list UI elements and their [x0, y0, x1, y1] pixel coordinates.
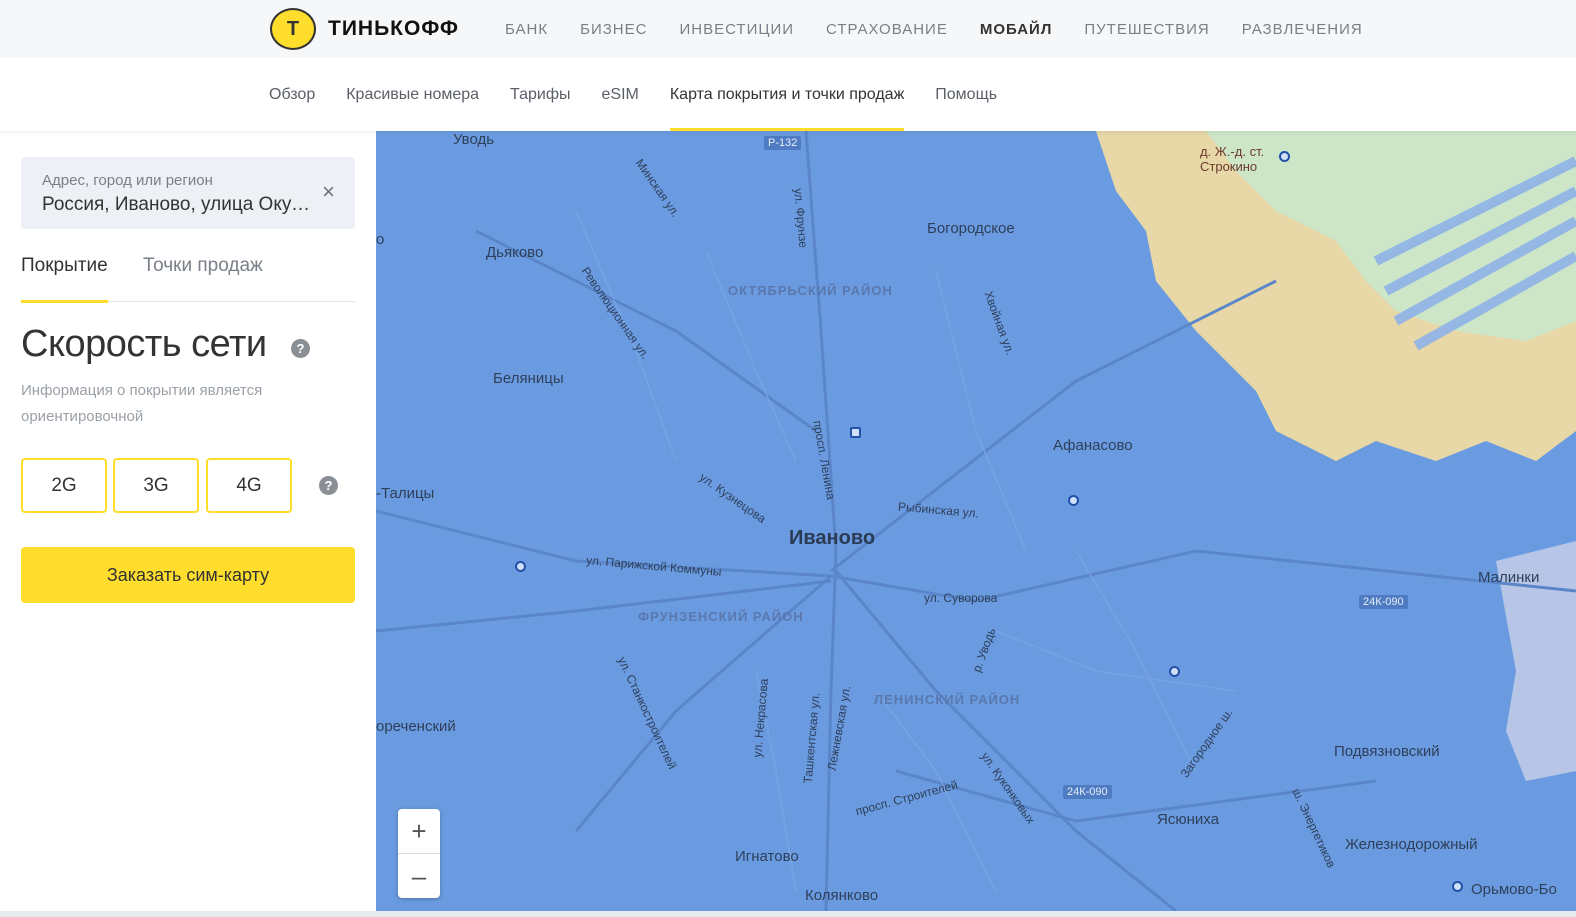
map-canvas: [376, 131, 1576, 911]
logo-text: ТИНЬКОФФ: [328, 17, 459, 40]
map-place-ignatovo: Игнатово: [735, 848, 799, 865]
zoom-in-button[interactable]: +: [398, 809, 440, 853]
top-menu-item-mobile[interactable]: МОБАЙЛ: [980, 21, 1053, 38]
map-marker-icon[interactable]: [1452, 881, 1463, 892]
train-station-icon[interactable]: [850, 427, 861, 438]
map-place-podvyaznovsky: Подвязновский: [1334, 743, 1440, 760]
bottom-strip: [0, 911, 1576, 917]
map-street-suvorova: ул. Суворова: [924, 591, 998, 605]
map-district-oktyabrsky: ОКТЯБРЬСКИЙ РАЙОН: [728, 283, 893, 298]
map-marker-icon[interactable]: [1169, 666, 1180, 677]
map-place-kolyanovo: Колянково: [805, 887, 879, 904]
search-label: Адрес, город или регион: [42, 172, 213, 189]
top-menu-item-investments[interactable]: ИНВЕСТИЦИИ: [679, 21, 794, 38]
tab-coverage[interactable]: Покрытие: [21, 255, 108, 303]
top-menu-item-business[interactable]: БИЗНЕС: [580, 21, 647, 38]
sub-menu-item-tariffs[interactable]: Тарифы: [510, 58, 570, 131]
map-city-ivanovo: Иваново: [789, 527, 876, 549]
map-place-talitsy: -Талицы: [376, 485, 435, 502]
minor-roads: [575, 210, 1237, 892]
filter-3g-button[interactable]: 3G: [113, 458, 199, 513]
zoom-out-button[interactable]: –: [398, 854, 440, 898]
map-place-yasyunikha: Ясюниха: [1157, 811, 1219, 828]
sub-menu: Обзор Красивые номера Тарифы eSIM Карта …: [269, 58, 1028, 131]
sub-menu-item-beautiful-numbers[interactable]: Красивые номера: [346, 58, 479, 131]
top-menu-item-travel[interactable]: ПУТЕШЕСТВИЯ: [1084, 21, 1209, 38]
tab-sales-points[interactable]: Точки продаж: [143, 255, 263, 302]
sub-menu-item-overview[interactable]: Обзор: [269, 58, 315, 131]
road-badge-24k090-south: 24К-090: [1063, 785, 1112, 799]
map-place-belyanitsy: Беляницы: [493, 370, 564, 387]
sub-menu-item-esim[interactable]: eSIM: [602, 58, 639, 131]
map-place-malinki: Малинки: [1478, 569, 1540, 586]
top-menu-item-entertainment[interactable]: РАЗВЛЕЧЕНИЯ: [1242, 21, 1363, 38]
map-place-ormovo: Орьмово-Бо: [1471, 881, 1557, 898]
network-speed-title: Скорость сети: [21, 323, 267, 365]
order-sim-button[interactable]: Заказать сим-карту: [21, 547, 355, 603]
map-place-dyakovo: Дьяково: [486, 244, 544, 261]
map-place-zheleznodorozhny: Железнодорожный: [1345, 836, 1478, 853]
top-navigation: Т ТИНЬКОФФ БАНК БИЗНЕС ИНВЕСТИЦИИ СТРАХО…: [0, 0, 1576, 58]
map-place-uvod: Уводь: [453, 131, 495, 148]
filter-2g-button[interactable]: 2G: [21, 458, 107, 513]
tinkoff-logo[interactable]: Т ТИНЬКОФФ: [270, 8, 459, 50]
map-marker-icon[interactable]: [515, 561, 526, 572]
coverage-map[interactable]: Уводь о Дьяково Богородское Беляницы Афа…: [376, 131, 1576, 911]
top-menu: БАНК БИЗНЕС ИНВЕСТИЦИИ СТРАХОВАНИЕ МОБАЙ…: [505, 0, 1395, 58]
clear-search-icon[interactable]: ×: [322, 179, 335, 205]
map-district-leninsky: ЛЕНИНСКИЙ РАЙОН: [874, 692, 1021, 707]
coverage-disclaimer: Информация о покрытии является ориентиро…: [21, 382, 263, 425]
tinkoff-emblem-icon: Т: [270, 8, 316, 50]
map-place-afanasovo: Афанасово: [1053, 437, 1133, 454]
map-zoom-controls: + –: [398, 809, 440, 898]
map-marker-icon[interactable]: [1279, 151, 1290, 162]
sub-menu-item-coverage-map[interactable]: Карта покрытия и точки продаж: [669, 58, 905, 131]
map-district-frunzensky: ФРУНЗЕНСКИЙ РАЙОН: [638, 609, 804, 624]
search-input[interactable]: Россия, Иваново, улица Окуловой, 25: [42, 194, 317, 216]
top-menu-item-bank[interactable]: БАНК: [505, 21, 548, 38]
top-menu-item-insurance[interactable]: СТРАХОВАНИЕ: [826, 21, 948, 38]
map-place-bogorodskoe: Богородское: [927, 220, 1015, 237]
coverage-panel: Адрес, город или регион Россия, Иваново,…: [0, 131, 376, 917]
sub-navigation: Обзор Красивые номера Тарифы eSIM Карта …: [0, 58, 1576, 131]
filter-4g-button[interactable]: 4G: [206, 458, 292, 513]
map-place-orechensky: ореченский: [376, 718, 456, 735]
map-place-o: о: [376, 231, 385, 248]
road-badge-24k090-east: 24К-090: [1359, 595, 1408, 609]
map-marker-icon[interactable]: [1068, 495, 1079, 506]
speed-help-icon[interactable]: ?: [291, 339, 310, 358]
generations-help-icon[interactable]: ?: [319, 476, 338, 495]
address-search-field[interactable]: Адрес, город или регион Россия, Иваново,…: [21, 157, 355, 229]
map-place-strokino: д. Ж.-д. ст. Строкино: [1200, 144, 1265, 174]
panel-tabs: Покрытие Точки продаж: [21, 251, 355, 303]
sub-menu-item-help[interactable]: Помощь: [935, 58, 997, 131]
road-badge-r132: Р-132: [764, 136, 802, 150]
